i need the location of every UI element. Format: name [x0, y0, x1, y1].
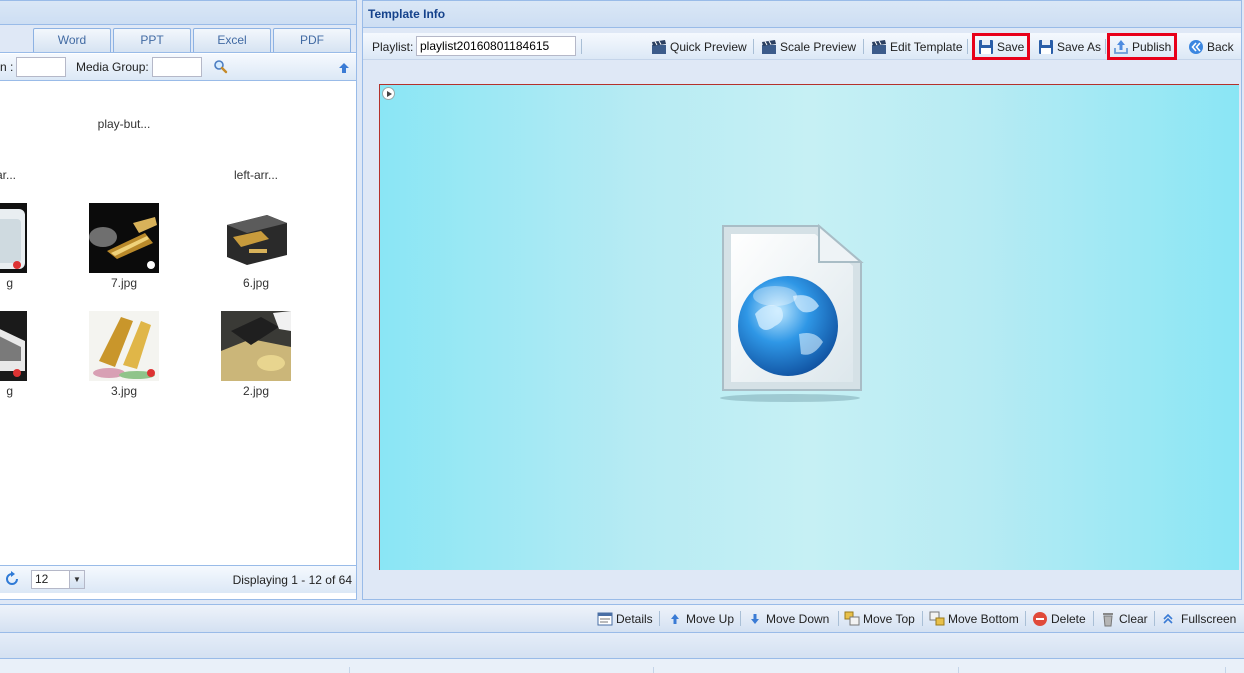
tab-word[interactable]: Word — [33, 28, 111, 52]
publish-button[interactable]: Publish — [1107, 33, 1178, 60]
move-top-icon — [844, 611, 860, 626]
tab-pdf[interactable]: PDF — [273, 28, 351, 52]
edit-template-button[interactable]: Edit Template — [868, 36, 966, 58]
details-icon — [597, 612, 613, 626]
toolbar-separator — [1025, 611, 1026, 626]
toolbar-separator — [922, 611, 923, 626]
list-item[interactable]: g — [0, 276, 13, 290]
back-icon — [1189, 40, 1203, 54]
list-item[interactable]: g — [0, 384, 13, 398]
arrow-up-icon — [671, 614, 679, 624]
media-thumbnail[interactable] — [0, 203, 27, 273]
toolbar-separator — [581, 39, 582, 54]
toolbar-separator — [740, 611, 741, 626]
web-document-icon — [720, 223, 864, 402]
media-thumbnail[interactable] — [0, 311, 27, 381]
list-item[interactable]: 2.jpg — [206, 384, 306, 398]
delete-icon — [1033, 612, 1047, 626]
list-item[interactable]: 3.jpg — [74, 384, 174, 398]
toolbar-separator — [1154, 611, 1155, 626]
template-toolbar: Playlist: Quick Preview Scale Preview — [363, 33, 1241, 60]
media-thumbnail[interactable] — [89, 203, 159, 273]
tab-ppt[interactable]: PPT — [113, 28, 191, 52]
media-panel: Word PPT Excel PDF n : Media Group: play… — [0, 0, 357, 600]
move-down-button[interactable]: Move Down — [747, 611, 829, 627]
playlist-label: Playlist: — [372, 40, 414, 54]
media-group-input[interactable] — [152, 57, 202, 77]
column-divider — [653, 667, 654, 673]
chevron-up-icon — [1163, 613, 1173, 624]
list-item[interactable]: 7.jpg — [74, 276, 174, 290]
media-group-label: Media Group: — [76, 60, 149, 74]
back-button[interactable]: Back — [1185, 36, 1237, 58]
clapper-icon — [652, 40, 666, 54]
media-type-tabs: Word PPT Excel PDF — [0, 25, 356, 53]
move-bottom-button[interactable]: Move Bottom — [929, 611, 1019, 627]
chevron-down-icon[interactable]: ▼ — [69, 571, 84, 588]
playlist-strip-columns — [0, 659, 1244, 673]
clapper-icon — [872, 40, 886, 54]
trash-icon — [1103, 613, 1113, 627]
play-icon[interactable] — [382, 87, 395, 100]
page-size-select[interactable]: 12 ▼ — [31, 570, 85, 589]
template-info-panel: Template Info Playlist: Quick Preview Sc… — [362, 0, 1242, 600]
toolbar-separator — [838, 611, 839, 626]
toolbar-separator — [753, 39, 754, 54]
move-bottom-icon — [929, 611, 945, 626]
media-thumbnail[interactable] — [221, 311, 291, 381]
toolbar-separator — [967, 39, 968, 54]
publish-icon — [1114, 39, 1128, 54]
list-item[interactable]: ar... — [0, 168, 16, 182]
refresh-icon[interactable] — [4, 571, 20, 587]
toolbar-separator — [659, 611, 660, 626]
paging-status: Displaying 1 - 12 of 64 — [232, 573, 352, 587]
search-icon[interactable] — [213, 59, 229, 75]
column-divider — [1225, 667, 1226, 673]
save-button[interactable]: Save — [972, 33, 1031, 60]
filter-input[interactable] — [16, 57, 66, 77]
delete-button[interactable]: Delete — [1032, 611, 1086, 627]
playlist-name-input[interactable] — [416, 36, 576, 56]
filter-label: n : — [0, 60, 14, 74]
list-item[interactable]: left-arr... — [206, 168, 306, 182]
fullscreen-button[interactable]: Fullscreen — [1160, 611, 1236, 627]
arrow-up-icon[interactable] — [337, 61, 351, 75]
toolbar-separator — [1093, 611, 1094, 626]
media-pager: 12 ▼ Displaying 1 - 12 of 64 — [0, 565, 356, 593]
toolbar-separator — [863, 39, 864, 54]
quick-preview-button[interactable]: Quick Preview — [648, 36, 750, 58]
media-panel-header — [0, 1, 356, 25]
column-divider — [958, 667, 959, 673]
playlist-toolbar: Details Move Up Move Down Move Top Move … — [0, 604, 1244, 633]
playlist-strip-header — [0, 633, 1244, 659]
list-item[interactable]: play-but... — [74, 117, 174, 131]
template-preview-canvas[interactable] — [379, 84, 1239, 570]
details-button[interactable]: Details — [597, 611, 653, 627]
clear-button[interactable]: Clear — [1100, 611, 1148, 627]
arrow-down-icon — [751, 614, 759, 624]
move-up-button[interactable]: Move Up — [667, 611, 734, 627]
floppy-disk-icon — [979, 39, 993, 54]
media-thumbnail[interactable] — [221, 203, 291, 273]
media-thumbnail[interactable] — [89, 311, 159, 381]
tab-excel[interactable]: Excel — [193, 28, 271, 52]
save-as-button[interactable]: Save As — [1035, 36, 1104, 58]
toolbar-separator — [1105, 39, 1106, 54]
media-filter-bar: n : Media Group: — [0, 54, 356, 81]
column-divider — [349, 667, 350, 673]
page-size-value: 12 — [35, 572, 49, 586]
clapper-icon — [762, 40, 776, 54]
floppy-disk-icon — [1039, 40, 1053, 54]
media-thumbnail-grid: play-but... ar... left-arr... g 7. — [0, 81, 356, 565]
panel-title: Template Info — [363, 1, 1241, 28]
scale-preview-button[interactable]: Scale Preview — [758, 36, 859, 58]
move-top-button[interactable]: Move Top — [844, 611, 915, 627]
list-item[interactable]: 6.jpg — [206, 276, 306, 290]
